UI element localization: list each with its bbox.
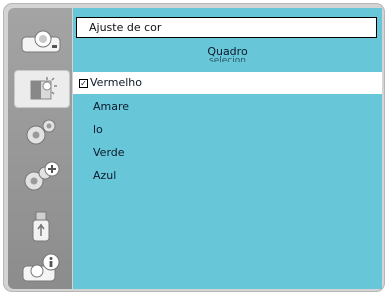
menu-item-label: Amare	[93, 100, 130, 113]
sidebar-item-color[interactable]	[14, 70, 70, 108]
menu-item-label: Verde	[93, 146, 125, 159]
sidebar-item-settings[interactable]	[18, 118, 64, 148]
menu-subtitle-continued: selecion	[209, 56, 246, 62]
checkbox-checked[interactable]: ✓	[79, 78, 88, 88]
menu-item-label: Azul	[93, 169, 117, 182]
sidebar	[8, 8, 72, 289]
menu-item-verde[interactable]: Verde	[73, 142, 382, 164]
main-panel: Ajuste de cor Quadro selecion ✓ Vermelho…	[73, 8, 382, 289]
menu-item-azul[interactable]: Azul	[73, 165, 382, 187]
menu-item-amarelo[interactable]: Amare	[73, 96, 382, 118]
sidebar-item-projector[interactable]	[18, 26, 64, 56]
osd-window: Ajuste de cor Quadro selecion ✓ Vermelho…	[3, 3, 385, 292]
menu-item-amarelo-continued[interactable]: lo	[73, 119, 382, 141]
menu-title: Ajuste de cor	[76, 17, 377, 38]
menu-item-vermelho[interactable]: ✓ Vermelho	[73, 72, 382, 94]
color-adjust-icon	[30, 77, 57, 100]
projector-icon	[21, 30, 61, 53]
sidebar-item-usb[interactable]	[18, 211, 64, 242]
usb-icon	[32, 211, 50, 242]
projector-info-icon	[22, 253, 60, 282]
sidebar-item-advanced-settings[interactable]	[18, 161, 64, 192]
gear-plus-icon	[24, 161, 60, 191]
menu-item-label: Vermelho	[90, 76, 143, 89]
sidebar-item-info[interactable]	[18, 253, 64, 284]
menu-item-label: lo	[93, 123, 103, 136]
gear-icon	[26, 119, 56, 145]
